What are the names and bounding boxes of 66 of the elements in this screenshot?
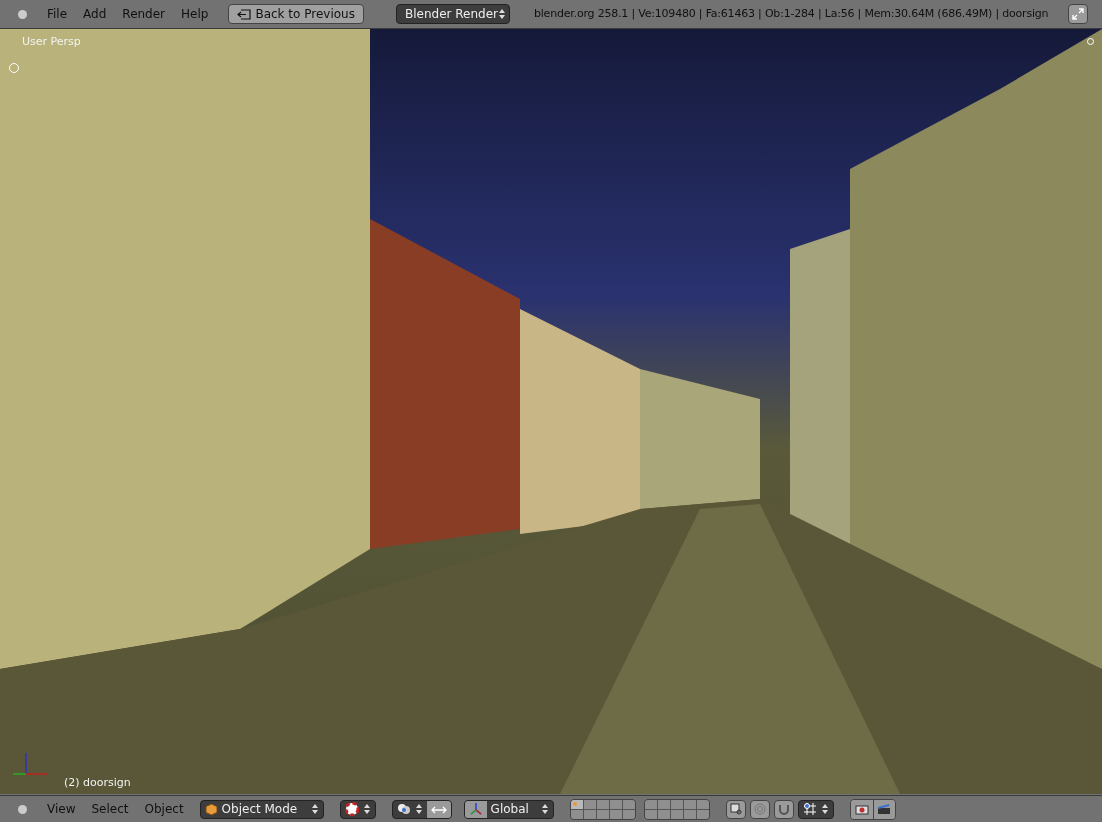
updown-arrows-icon xyxy=(820,803,829,815)
layer-toggle[interactable] xyxy=(670,809,683,819)
ring-icon xyxy=(753,803,766,815)
clapperboard-icon xyxy=(877,803,892,815)
link-icon xyxy=(729,803,742,815)
cube-icon xyxy=(204,802,218,816)
layer-toggle[interactable] xyxy=(609,799,622,809)
active-object-label: (2) doorsign xyxy=(64,775,131,791)
magnet-icon xyxy=(777,803,790,815)
mode-dropdown[interactable]: Object Mode xyxy=(199,799,324,819)
render-image-button[interactable] xyxy=(850,799,873,819)
layer-toggle[interactable] xyxy=(696,799,709,809)
manipulator-toggle[interactable] xyxy=(426,800,451,818)
layer-toggle[interactable] xyxy=(670,799,683,809)
updown-arrows-icon xyxy=(414,803,423,815)
scene-stats: blender.org 258.1 | Ve:109480 | Fa:61463 | Ob:1-284 | La:56 | Mem:30.64M (686.49M) | doorsign xyxy=(533,5,1049,22)
layer-toggle[interactable] xyxy=(596,809,609,819)
menu-item[interactable]: File xyxy=(47,5,68,23)
layer-toggle[interactable] xyxy=(644,809,657,819)
view-name-label: User Persp xyxy=(22,34,81,50)
layer-toggle[interactable] xyxy=(570,809,583,819)
layer-toggle[interactable] xyxy=(644,799,657,809)
updown-arrows-icon xyxy=(362,803,371,815)
updown-arrows-icon xyxy=(498,8,506,20)
proportional-edit-button[interactable] xyxy=(749,799,770,819)
expand-icon xyxy=(1072,8,1085,20)
pivot-icon xyxy=(396,803,411,815)
menu-item[interactable]: Render xyxy=(122,5,166,23)
collapse-icon[interactable] xyxy=(18,9,27,19)
mode-label: Object Mode xyxy=(221,801,299,818)
collapse-icon[interactable] xyxy=(18,804,27,814)
layer-toggle[interactable] xyxy=(583,809,596,819)
layer-toggle[interactable] xyxy=(657,799,670,809)
menu-item[interactable]: Add xyxy=(83,5,107,23)
menu-item[interactable]: Select xyxy=(91,800,129,818)
draw-type-dropdown[interactable] xyxy=(339,799,376,819)
menu-item[interactable]: View xyxy=(47,800,76,818)
layer-toggle[interactable] xyxy=(696,809,709,819)
back-icon xyxy=(237,8,252,20)
render-engine-dropdown[interactable]: Blender Render xyxy=(395,4,510,24)
layer-toggle[interactable] xyxy=(657,809,670,819)
orientation-label: Global xyxy=(490,801,530,818)
layer-toggle[interactable] xyxy=(609,809,622,819)
layer-toggle[interactable] xyxy=(583,799,596,809)
layer-toggle[interactable] xyxy=(596,799,609,809)
updown-arrows-icon xyxy=(310,803,319,815)
camera-icon xyxy=(854,803,869,815)
updown-arrows-icon xyxy=(540,803,549,815)
axis-gizmo-icon xyxy=(10,752,50,776)
menu-item[interactable]: Help xyxy=(181,5,209,23)
lifebuoy-icon xyxy=(344,802,359,816)
snap-element-dropdown[interactable] xyxy=(797,799,834,819)
orientation-dropdown[interactable]: Global xyxy=(463,799,554,819)
layer-toggle[interactable] xyxy=(683,799,696,809)
grid-snap-icon xyxy=(802,802,817,816)
fullscreen-button[interactable] xyxy=(1068,4,1089,24)
layer-toggle[interactable] xyxy=(683,809,696,819)
snap-button[interactable] xyxy=(773,799,794,819)
layer-toggle[interactable] xyxy=(622,809,635,819)
back-button[interactable]: Back to Previous xyxy=(228,4,364,24)
menu-item[interactable]: Object xyxy=(144,800,184,818)
render-animation-button[interactable] xyxy=(872,799,895,819)
layer-toggle[interactable] xyxy=(570,799,583,809)
layer-toggle[interactable] xyxy=(622,799,635,809)
lock-camera-button[interactable] xyxy=(725,799,746,819)
axes-icon xyxy=(468,802,483,816)
